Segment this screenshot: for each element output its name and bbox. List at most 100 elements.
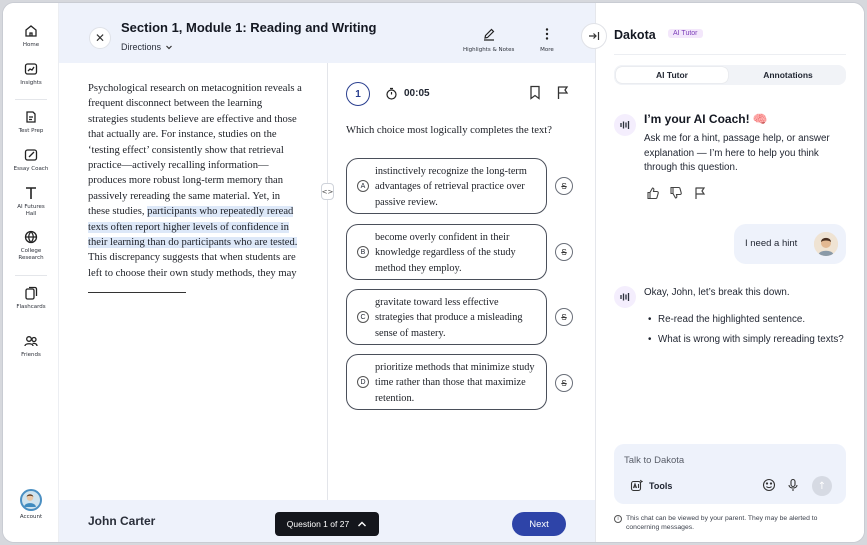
sound-wave-icon [620,293,630,301]
passage-text: Psychological research on metacognition … [88,83,302,218]
highlights-label: Highlights & Notes [463,47,515,53]
flag-icon[interactable] [556,85,570,100]
nav-label: AI Futures Hall [17,204,45,217]
bot-avatar [614,114,636,136]
thumbs-down-icon[interactable] [669,186,683,200]
choice-text: gravitate toward less effective strategi… [375,297,523,339]
user-avatar [814,232,838,256]
next-button[interactable]: Next [512,512,566,536]
left-nav: Home Insights Test Prep Essay Coach AI F… [3,3,59,542]
microphone-icon[interactable] [786,478,800,492]
ai-tutor-badge: AI Tutor [668,29,703,38]
answer-choice-c[interactable]: C gravitate toward less effective strate… [346,289,547,345]
nav-label: Test Prep [18,128,44,134]
nav-label: Home [22,42,40,48]
test-footer: John Carter Question 1 of 27 Next [59,500,595,542]
coach-intro: Ask me for a hint, passage help, or answ… [644,133,830,174]
nav-item-essay-coach[interactable]: Essay Coach [3,147,59,173]
answer-choice-b[interactable]: B become overly confident in their knowl… [346,224,547,280]
friends-icon [24,336,38,347]
strike-button-d[interactable]: S [555,374,573,392]
nav-label: College Research [18,248,44,261]
account-avatar [20,489,42,511]
nav-item-insights[interactable]: Insights [3,61,59,87]
passage-text-end: This discrepancy suggests that when stud… [88,252,297,279]
collapse-right-icon [589,32,600,40]
pen-icon [483,28,495,41]
question-counter: Question 1 of 27 [286,519,350,529]
parent-visibility-notice: i This chat can be viewed by your parent… [614,514,850,532]
chat-input[interactable] [624,452,824,468]
flashcards-icon [25,286,38,300]
passage-blank [88,281,186,294]
stopwatch-icon [386,87,397,100]
question-navigator-button[interactable]: Question 1 of 27 [275,512,379,536]
hint-list: Re-read the highlighted sentence. What i… [648,313,848,352]
resize-handle[interactable]: <> [321,183,334,200]
list-item: What is wrong with simply rereading text… [648,333,848,348]
thumbs-up-icon[interactable] [646,186,660,200]
nav-item-account[interactable]: Account [3,489,59,521]
tutor-reply: Okay, John, let’s break this down. [644,287,790,298]
ai-tools-icon [630,479,643,492]
ai-futures-icon [26,187,36,199]
nav-item-ai-futures-hall[interactable]: AI Futures Hall [3,185,59,218]
nav-label: Friends [21,352,41,358]
coach-title: I’m your AI Coach! 🧠 [644,112,768,126]
close-icon: ✕ [94,31,106,45]
bot-avatar [614,286,636,308]
tab-annotations[interactable]: Annotations [732,67,844,83]
test-header: ✕ Section 1, Module 1: Reading and Writi… [59,3,595,63]
nav-item-home[interactable]: Home [3,23,59,49]
home-icon [25,25,37,37]
nav-item-college-research[interactable]: College Research [3,229,59,262]
highlights-notes-button[interactable]: Highlights & Notes [463,27,514,53]
strike-button-a[interactable]: S [555,177,573,195]
answer-choice-d[interactable]: D prioritize methods that minimize study… [346,354,547,410]
directions-dropdown[interactable]: Directions [121,42,173,52]
panel-divider [614,54,846,55]
notice-text: This chat can be viewed by your parent. … [626,515,818,531]
choice-text: prioritize methods that minimize study t… [375,362,535,404]
page-title: Section 1, Module 1: Reading and Writing [121,20,377,35]
answer-choice-a[interactable]: A instinctively recognize the long-term … [346,158,547,214]
tutor-name: Dakota [614,28,656,42]
sound-wave-icon [620,121,630,129]
college-icon [24,230,38,244]
choice-letter: D [357,376,369,388]
app-window: Home Insights Test Prep Essay Coach AI F… [2,2,865,543]
reading-passage: Psychological research on metacognition … [88,81,302,294]
user-message-text: I need a hint [745,238,798,249]
nav-label: Insights [20,80,42,86]
tab-ai-tutor[interactable]: AI Tutor [616,67,728,83]
choice-letter: B [357,246,369,258]
timer: 00:05 [385,87,430,100]
more-label: More [540,47,554,53]
directions-label: Directions [121,42,162,52]
user-message-bubble: I need a hint [734,224,846,264]
nav-label: Flashcards [16,304,46,310]
arrow-up-icon: ↑ [817,480,827,492]
bookmark-icon[interactable] [529,85,541,100]
collapse-panel-button[interactable] [581,23,607,49]
nav-item-test-prep[interactable]: Test Prep [3,109,59,135]
tools-button[interactable]: Tools [630,479,672,492]
test-prep-icon [26,111,36,123]
strike-button-b[interactable]: S [555,243,573,261]
nav-item-friends[interactable]: Friends [3,333,59,359]
tools-label: Tools [649,480,673,491]
emoji-icon[interactable] [762,478,776,492]
send-button[interactable]: ↑ [812,476,832,496]
info-icon: i [614,515,622,523]
nav-label: Account [19,514,43,520]
report-flag-icon[interactable] [693,186,707,200]
more-button[interactable]: More [540,27,554,53]
code-arrows-icon: <> [321,187,334,196]
more-vertical-icon [545,28,549,40]
nav-item-flashcards[interactable]: Flashcards [3,285,59,311]
chevron-up-icon [358,521,367,527]
essay-coach-icon [24,149,38,161]
strike-button-c[interactable]: S [555,308,573,326]
nav-label: Essay Coach [13,166,49,172]
close-button[interactable]: ✕ [89,27,111,49]
